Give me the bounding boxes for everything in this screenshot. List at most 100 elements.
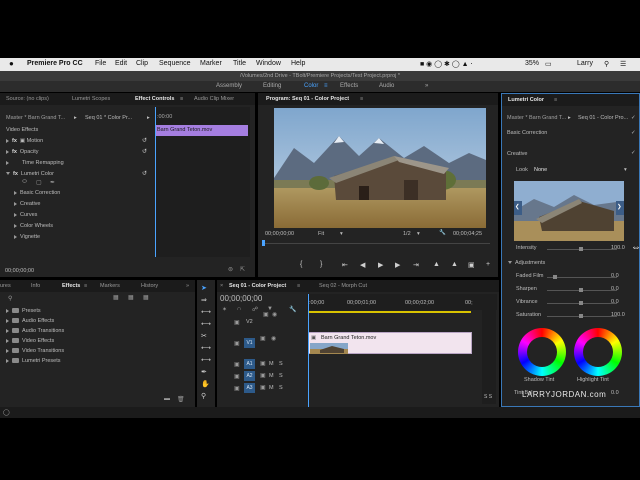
track-a1-label[interactable]: A1 — [244, 359, 255, 369]
tab-effects[interactable]: Effects — [62, 283, 80, 289]
lumetri-title[interactable]: Lumetri Color — [508, 97, 544, 103]
tab-seq-02[interactable]: Seq 02 - Morph Cut — [319, 283, 367, 289]
checkmark-icon[interactable]: ✓ — [631, 115, 636, 121]
linked-selection-icon[interactable]: ☍ — [252, 306, 258, 313]
filter-icon[interactable]: ⊜ — [228, 266, 233, 273]
look-dropdown[interactable]: None — [534, 167, 547, 173]
program-timecode-current[interactable]: 00;00;00;00 — [265, 231, 294, 237]
folder-video-effects[interactable]: Video Effects — [6, 338, 54, 344]
solo-a2[interactable]: S — [279, 373, 283, 379]
rectangle-mask-icon[interactable]: ▢ — [36, 179, 42, 186]
faded-film-knob[interactable] — [553, 275, 557, 279]
look-preview-thumbnail[interactable] — [514, 181, 624, 241]
intensity-value[interactable]: 100.0 — [611, 245, 625, 251]
collapse-triangle-icon[interactable] — [6, 172, 10, 176]
lock-icon[interactable]: ▣ — [234, 319, 240, 326]
lumetri-master-label[interactable]: Master * Barn Grand T... — [507, 115, 566, 121]
go-to-in-icon[interactable]: ⇤ — [342, 261, 348, 269]
sync-lock-icon[interactable]: ▣ — [260, 372, 266, 379]
snap-icon[interactable]: ∩ — [237, 306, 241, 312]
lock-icon[interactable]: ▣ — [234, 373, 240, 380]
go-to-out-icon[interactable]: ⇥ — [413, 261, 419, 269]
saturation-value[interactable]: 100.0 — [611, 312, 625, 318]
expand-arrow-icon[interactable]: ▸ — [147, 115, 150, 121]
intensity-knob[interactable] — [579, 247, 583, 251]
new-bin-icon[interactable]: ▬ — [164, 396, 170, 402]
creative-check-icon[interactable]: ✓ — [631, 150, 636, 156]
export-frame-camera-icon[interactable]: ▣ — [468, 261, 475, 269]
folder-audio-transitions[interactable]: Audio Transitions — [6, 328, 64, 334]
32bit-effects-icon[interactable]: ▦ — [128, 294, 134, 301]
lumetri-section-color-wheels[interactable]: Color Wheels — [14, 223, 53, 229]
yuv-effects-icon[interactable]: ▦ — [143, 294, 149, 301]
expand-triangle-icon[interactable] — [6, 149, 9, 154]
timeline-menu-icon[interactable]: ≡ — [297, 283, 300, 289]
track-select-tool-icon[interactable]: ⇒ — [201, 296, 207, 304]
effect-controls-timecode[interactable]: 00;00;00;00 — [5, 268, 34, 274]
notification-list-icon[interactable]: ☰ — [620, 60, 626, 68]
folder-lumetri-presets[interactable]: Lumetri Presets — [6, 358, 61, 364]
effect-row-motion[interactable]: fx ▣ Motion — [6, 138, 43, 144]
lock-icon[interactable]: ▣ — [234, 361, 240, 368]
apple-icon[interactable]: ● — [9, 59, 14, 68]
reset-motion-icon[interactable]: ↺ — [142, 137, 147, 144]
menu-help[interactable]: Help — [291, 60, 305, 67]
reset-opacity-icon[interactable]: ↺ — [142, 148, 147, 155]
accelerated-effects-icon[interactable]: ▦ — [113, 294, 119, 301]
track-v1-label[interactable]: V1 — [244, 338, 255, 348]
slide-tool-icon[interactable]: ⟷ — [201, 356, 211, 364]
sync-lock-icon[interactable]: ▣ — [263, 311, 269, 318]
button-editor-plus-icon[interactable]: + — [486, 261, 490, 268]
folder-audio-effects[interactable]: Audio Effects — [6, 318, 54, 324]
menu-file[interactable]: File — [95, 60, 106, 67]
tab-audio-clip-mixer[interactable]: Audio Clip Mixer — [194, 96, 234, 102]
fit-dropdown-arrow-icon[interactable]: ▾ — [340, 231, 343, 237]
nest-icon[interactable]: ✶ — [222, 306, 227, 313]
reset-lumetri-icon[interactable]: ↺ — [142, 170, 147, 177]
extract-icon[interactable]: ▲ — [451, 261, 458, 268]
search-icon[interactable]: ⚲ — [604, 60, 609, 68]
export-frame-icon[interactable]: ⇱ — [240, 266, 245, 273]
program-title[interactable]: Program: Seq 01 - Color Project — [266, 96, 349, 102]
lumetri-section-basic-correction[interactable]: Basic Correction — [14, 190, 60, 196]
pen-mask-icon[interactable]: ✒ — [50, 179, 55, 186]
menu-window[interactable]: Window — [256, 60, 281, 67]
workspace-editing[interactable]: Editing — [263, 83, 281, 89]
trash-icon[interactable]: 🗑 — [177, 396, 185, 403]
razor-tool-icon[interactable]: ✂ — [201, 332, 207, 340]
mute-a3[interactable]: M — [269, 385, 274, 391]
timeline-settings-icon[interactable]: 🔧 — [289, 306, 296, 313]
workspace-assembly[interactable]: Assembly — [216, 83, 242, 89]
folder-video-transitions[interactable]: Video Transitions — [6, 348, 64, 354]
slip-tool-icon[interactable]: ⟷ — [201, 344, 211, 352]
resolution-arrow-icon[interactable]: ▾ — [417, 231, 420, 237]
more-workspaces-icon[interactable]: » — [425, 83, 428, 89]
program-menu-icon[interactable]: ≡ — [360, 96, 363, 102]
effect-row-time-remapping[interactable]: Time Remapping — [6, 160, 64, 166]
menu-sequence[interactable]: Sequence — [159, 60, 191, 67]
menu-edit[interactable]: Edit — [115, 60, 127, 67]
lift-icon[interactable]: ▲ — [433, 261, 440, 268]
sharpen-knob[interactable] — [579, 288, 583, 292]
adjustments-section[interactable]: Adjustments — [508, 260, 545, 266]
look-next-icon[interactable]: ❯ — [617, 204, 622, 210]
mark-in-icon[interactable]: { — [300, 261, 302, 268]
sync-lock-icon[interactable]: ▣ — [260, 335, 266, 342]
eye-icon[interactable]: ◉ — [271, 335, 276, 342]
work-area-bar[interactable] — [309, 311, 471, 313]
sequence-clip-label[interactable]: Seq 01 * Color Pr... — [85, 115, 132, 121]
effects-search-icon[interactable]: ⚲ — [8, 295, 12, 302]
app-menu[interactable]: Premiere Pro CC — [27, 60, 83, 67]
shadow-tint-wheel[interactable] — [518, 328, 566, 376]
ellipse-mask-icon[interactable]: ⬭ — [22, 179, 27, 186]
resolution-dropdown[interactable]: 1/2 — [403, 231, 411, 237]
effect-controls-menu-icon[interactable]: ≡ — [180, 96, 183, 102]
menu-clip[interactable]: Clip — [136, 60, 148, 67]
fit-dropdown[interactable]: Fit — [318, 231, 324, 237]
faded-film-slider[interactable] — [547, 277, 617, 278]
expand-triangle-icon[interactable] — [6, 138, 9, 143]
workspace-color[interactable]: Color — [304, 83, 318, 89]
eye-icon[interactable]: ◉ — [272, 311, 277, 318]
lumetri-seq-label[interactable]: Seq 01 - Color Pro... — [578, 115, 628, 121]
step-back-icon[interactable]: ◀ — [360, 261, 365, 269]
